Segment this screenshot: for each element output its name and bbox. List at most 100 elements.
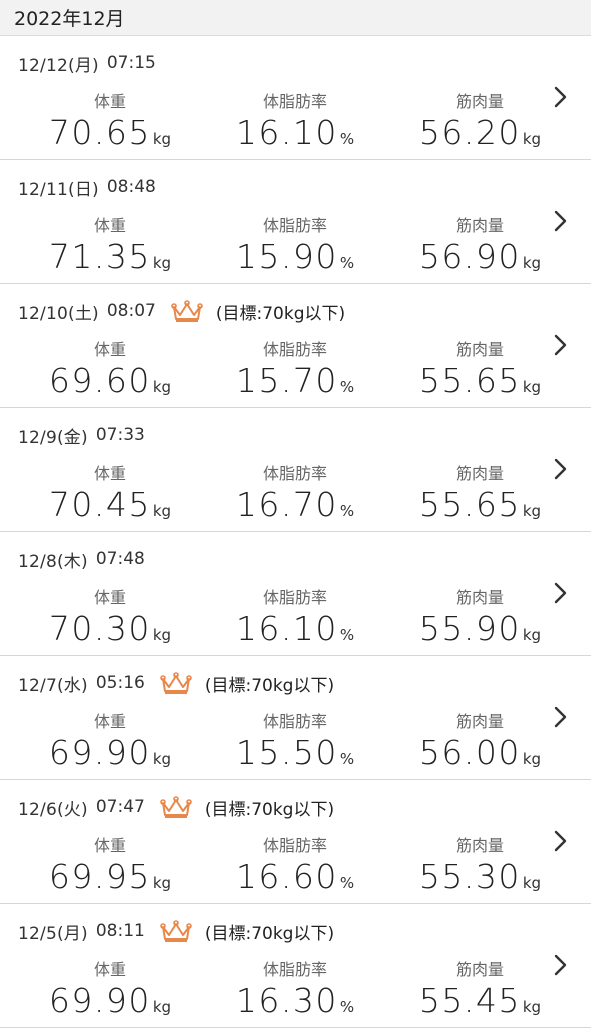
muscle-value: 56.20 bbox=[418, 113, 521, 152]
measurement-list: 12/12(月) 07:15 体重 70.65 kg 体脂肪率 16.10% 筋肉… bbox=[0, 36, 591, 1028]
month-header: 2022年12月 bbox=[0, 0, 591, 36]
body-fat-metric: 体脂肪率 16.30% bbox=[210, 959, 380, 1027]
muscle-label: 筋肉量 bbox=[455, 464, 504, 483]
list-item[interactable]: 12/5(月) 08:11 (目標:70kg以下) 体重 69.90 kg 体脂肪… bbox=[0, 904, 591, 1028]
body-fat-label: 体脂肪率 bbox=[262, 588, 327, 607]
weight-metric: 体重 71.35 kg bbox=[25, 215, 195, 283]
crown-icon bbox=[159, 919, 193, 943]
entry-date: 12/6(火) bbox=[18, 799, 88, 820]
muscle-value: 55.30 bbox=[418, 857, 521, 896]
body-fat-value: 15.70 bbox=[235, 361, 338, 400]
entry-date: 12/11(日) bbox=[18, 179, 99, 200]
entry-datetime: 12/6(火) 07:47 (目標:70kg以下) bbox=[18, 794, 334, 820]
entry-time: 07:48 bbox=[95, 549, 145, 569]
chevron-right-icon[interactable] bbox=[553, 706, 567, 728]
chevron-right-icon[interactable] bbox=[553, 954, 567, 976]
body-fat-metric: 体脂肪率 16.70% bbox=[210, 463, 380, 531]
goal-label: (目標:70kg以下) bbox=[204, 675, 335, 696]
muscle-value: 56.90 bbox=[418, 237, 521, 276]
weight-label: 体重 bbox=[93, 340, 126, 359]
body-fat-unit: % bbox=[339, 502, 355, 520]
weight-unit: kg bbox=[152, 254, 172, 272]
muscle-unit: kg bbox=[522, 626, 542, 644]
muscle-label: 筋肉量 bbox=[455, 836, 504, 855]
muscle-value: 55.65 bbox=[418, 485, 521, 524]
entry-date: 12/10(土) bbox=[18, 303, 99, 324]
muscle-value: 55.65 bbox=[418, 361, 521, 400]
muscle-label: 筋肉量 bbox=[455, 92, 504, 111]
weight-unit: kg bbox=[152, 378, 172, 396]
weight-value: 71.35 bbox=[48, 237, 151, 276]
muscle-label: 筋肉量 bbox=[455, 960, 504, 979]
muscle-label: 筋肉量 bbox=[455, 216, 504, 235]
body-fat-value: 16.10 bbox=[235, 609, 338, 648]
muscle-label: 筋肉量 bbox=[455, 340, 504, 359]
list-item[interactable]: 12/8(木) 07:48 体重 70.30 kg 体脂肪率 16.10% 筋肉量… bbox=[0, 532, 591, 656]
body-fat-value: 16.30 bbox=[235, 981, 338, 1020]
goal-label: (目標:70kg以下) bbox=[204, 799, 335, 820]
weight-metric: 体重 70.65 kg bbox=[25, 91, 195, 159]
entry-datetime: 12/7(水) 05:16 (目標:70kg以下) bbox=[18, 670, 334, 696]
weight-unit: kg bbox=[152, 750, 172, 768]
muscle-unit: kg bbox=[522, 378, 542, 396]
weight-value: 69.60 bbox=[48, 361, 151, 400]
body-fat-unit: % bbox=[339, 130, 355, 148]
crown-icon bbox=[170, 299, 204, 323]
goal-label: (目標:70kg以下) bbox=[204, 923, 335, 944]
list-item[interactable]: 12/12(月) 07:15 体重 70.65 kg 体脂肪率 16.10% 筋肉… bbox=[0, 36, 591, 160]
entry-date: 12/8(木) bbox=[18, 551, 88, 572]
muscle-unit: kg bbox=[522, 502, 542, 520]
entry-time: 05:16 bbox=[95, 673, 145, 693]
body-fat-label: 体脂肪率 bbox=[262, 216, 327, 235]
muscle-metric: 筋肉量 55.65 kg bbox=[395, 463, 565, 531]
body-fat-metric: 体脂肪率 15.90% bbox=[210, 215, 380, 283]
list-item[interactable]: 12/9(金) 07:33 体重 70.45 kg 体脂肪率 16.70% 筋肉量… bbox=[0, 408, 591, 532]
chevron-right-icon[interactable] bbox=[553, 582, 567, 604]
weight-label: 体重 bbox=[93, 464, 126, 483]
list-item[interactable]: 12/6(火) 07:47 (目標:70kg以下) 体重 69.95 kg 体脂肪… bbox=[0, 780, 591, 904]
muscle-metric: 筋肉量 55.45 kg bbox=[395, 959, 565, 1027]
entry-date: 12/9(金) bbox=[18, 427, 88, 448]
muscle-value: 55.45 bbox=[418, 981, 521, 1020]
list-item[interactable]: 12/10(土) 08:07 (目標:70kg以下) 体重 69.60 kg 体脂… bbox=[0, 284, 591, 408]
entry-datetime: 12/12(月) 07:15 bbox=[18, 50, 156, 76]
body-fat-metric: 体脂肪率 16.10% bbox=[210, 91, 380, 159]
entry-time: 07:15 bbox=[106, 53, 156, 73]
weight-label: 体重 bbox=[93, 960, 126, 979]
weight-metric: 体重 70.45 kg bbox=[25, 463, 195, 531]
weight-label: 体重 bbox=[93, 836, 126, 855]
chevron-right-icon[interactable] bbox=[553, 210, 567, 232]
weight-label: 体重 bbox=[93, 216, 126, 235]
entry-date: 12/7(水) bbox=[18, 675, 88, 696]
weight-unit: kg bbox=[152, 502, 172, 520]
weight-unit: kg bbox=[152, 874, 172, 892]
body-fat-value: 15.90 bbox=[235, 237, 338, 276]
body-fat-label: 体脂肪率 bbox=[262, 340, 327, 359]
entry-date: 12/12(月) bbox=[18, 55, 99, 76]
chevron-right-icon[interactable] bbox=[553, 830, 567, 852]
entry-time: 08:48 bbox=[106, 177, 156, 197]
body-fat-label: 体脂肪率 bbox=[262, 92, 327, 111]
weight-value: 69.95 bbox=[48, 857, 151, 896]
chevron-right-icon[interactable] bbox=[553, 458, 567, 480]
weight-value: 69.90 bbox=[48, 981, 151, 1020]
body-fat-metric: 体脂肪率 16.10% bbox=[210, 587, 380, 655]
weight-metric: 体重 69.95 kg bbox=[25, 835, 195, 903]
body-fat-unit: % bbox=[339, 254, 355, 272]
muscle-value: 55.90 bbox=[418, 609, 521, 648]
muscle-unit: kg bbox=[522, 750, 542, 768]
weight-label: 体重 bbox=[93, 712, 126, 731]
entry-time: 07:33 bbox=[95, 425, 145, 445]
goal-label: (目標:70kg以下) bbox=[215, 303, 346, 324]
body-fat-value: 16.10 bbox=[235, 113, 338, 152]
weight-metric: 体重 69.90 kg bbox=[25, 711, 195, 779]
list-item[interactable]: 12/7(水) 05:16 (目標:70kg以下) 体重 69.90 kg 体脂肪… bbox=[0, 656, 591, 780]
weight-value: 70.65 bbox=[48, 113, 151, 152]
body-fat-label: 体脂肪率 bbox=[262, 836, 327, 855]
chevron-right-icon[interactable] bbox=[553, 86, 567, 108]
weight-label: 体重 bbox=[93, 92, 126, 111]
chevron-right-icon[interactable] bbox=[553, 334, 567, 356]
list-item[interactable]: 12/11(日) 08:48 体重 71.35 kg 体脂肪率 15.90% 筋肉… bbox=[0, 160, 591, 284]
entry-datetime: 12/5(月) 08:11 (目標:70kg以下) bbox=[18, 918, 334, 944]
weight-unit: kg bbox=[152, 998, 172, 1016]
